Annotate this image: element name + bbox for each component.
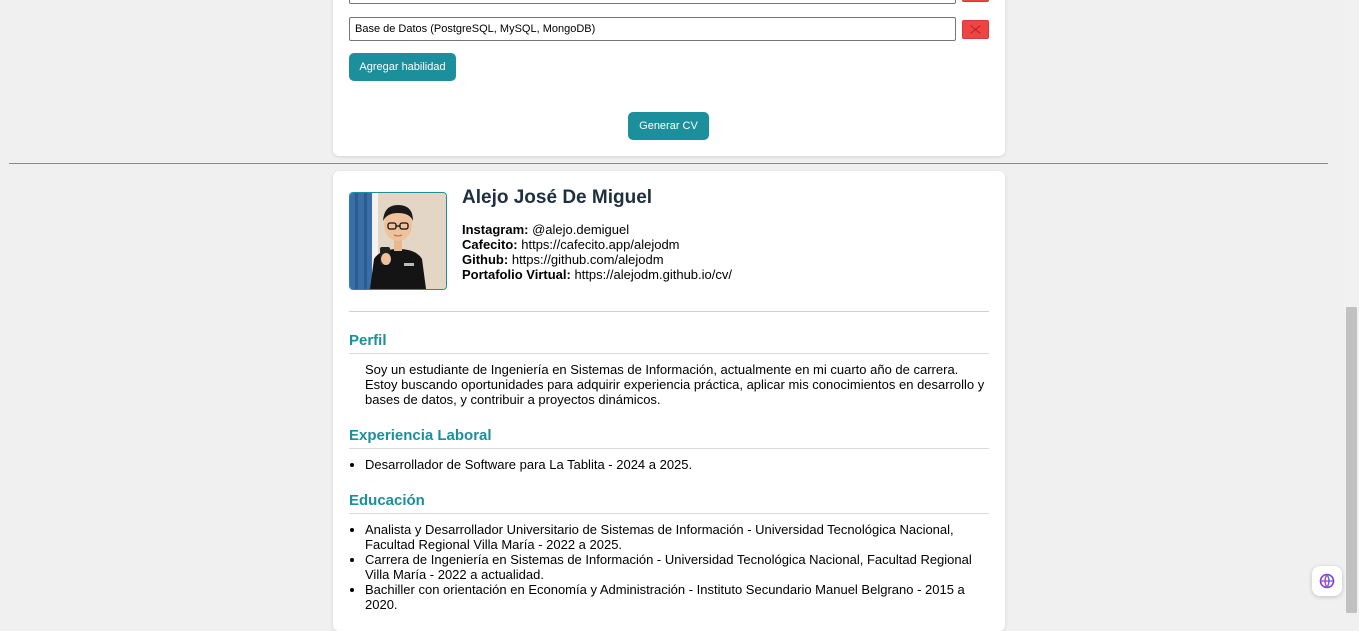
- profile-title: Perfil: [349, 332, 989, 354]
- contact-label: Github:: [462, 252, 509, 267]
- avatar: [349, 192, 447, 290]
- contact-label: Portafolio Virtual:: [462, 267, 571, 282]
- list-item: Analista y Desarrollador Universitario d…: [365, 522, 989, 552]
- contact-value: https://alejodm.github.io/cv/: [574, 267, 732, 282]
- contact-value: @alejo.demiguel: [532, 222, 630, 237]
- list-item: Bachiller con orientación en Economía y …: [365, 582, 989, 612]
- profile-text: Soy un estudiante de Ingeniería en Siste…: [365, 362, 985, 407]
- contact-value: https://github.com/alejodm: [511, 252, 664, 267]
- cv-form-card: Agregar habilidad Generar CV: [333, 0, 1005, 156]
- skill-row: [349, 0, 989, 4]
- extension-icon: [1312, 573, 1342, 589]
- list-item: Desarrollador de Software para La Tablit…: [365, 457, 989, 472]
- skill-input[interactable]: [349, 0, 956, 4]
- contact-label: Instagram:: [462, 222, 529, 237]
- experience-title: Experiencia Laboral: [349, 427, 989, 449]
- extension-button[interactable]: [1312, 566, 1342, 596]
- contact-instagram: Instagram: @alejo.demiguel: [462, 222, 732, 237]
- contact-github: Github: https://github.com/alejodm: [462, 252, 732, 267]
- experience-list: Desarrollador de Software para La Tablit…: [365, 457, 989, 472]
- cv-name: Alejo José De Miguel: [462, 187, 653, 208]
- header-divider: [349, 311, 989, 312]
- cv-preview-card: Alejo José De Miguel Instagram: @alejo.d…: [333, 171, 1005, 631]
- close-icon: [963, 0, 988, 1]
- add-skill-button[interactable]: Agregar habilidad: [349, 53, 456, 81]
- generate-cv-button[interactable]: Generar CV: [628, 112, 709, 140]
- scrollbar-thumb[interactable]: [1346, 307, 1357, 613]
- contact-label: Cafecito:: [462, 237, 518, 252]
- skill-row: [349, 17, 989, 41]
- education-list: Analista y Desarrollador Universitario d…: [365, 522, 989, 612]
- section-divider: [9, 163, 1328, 164]
- delete-skill-button[interactable]: [962, 20, 989, 39]
- delete-skill-button[interactable]: [962, 0, 989, 2]
- education-title: Educación: [349, 492, 989, 514]
- skill-input[interactable]: [349, 17, 956, 41]
- contact-list: Instagram: @alejo.demiguel Cafecito: htt…: [462, 222, 732, 282]
- close-icon: [963, 21, 988, 38]
- page-scrollbar[interactable]: [1344, 0, 1359, 613]
- contact-portfolio: Portafolio Virtual: https://alejodm.gith…: [462, 267, 732, 282]
- list-item: Carrera de Ingeniería en Sistemas de Inf…: [365, 552, 989, 582]
- contact-value: https://cafecito.app/alejodm: [521, 237, 680, 252]
- contact-cafecito: Cafecito: https://cafecito.app/alejodm: [462, 237, 732, 252]
